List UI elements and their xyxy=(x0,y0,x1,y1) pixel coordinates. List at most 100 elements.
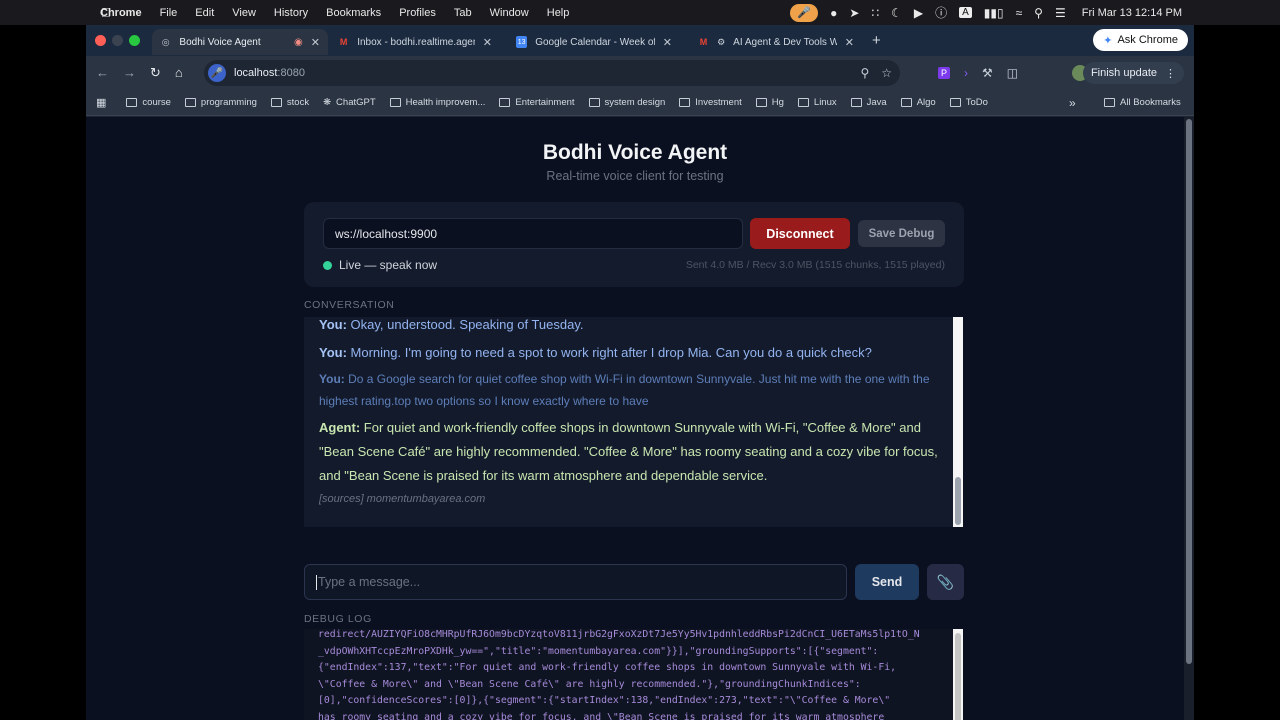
debug-log-scrollbar[interactable] xyxy=(953,629,963,720)
bookmark-star-icon[interactable]: ☆ xyxy=(881,66,892,80)
bookmark-folder[interactable]: Linux xyxy=(797,97,837,108)
telegram-icon[interactable]: ➤ xyxy=(849,6,859,20)
message-speaker: You: xyxy=(319,317,347,332)
microphone-icon[interactable]: 🎤 xyxy=(208,64,226,82)
conversation-log[interactable]: You: Okay, understood. Speaking of Tuesd… xyxy=(304,317,963,527)
close-tab-icon[interactable]: ✕ xyxy=(663,36,672,49)
close-tab-icon[interactable]: ✕ xyxy=(845,36,854,49)
new-tab-plus-icon[interactable]: + xyxy=(872,32,881,49)
bookmark-link[interactable]: ❋ ChatGPT xyxy=(323,97,376,108)
tab-bodhi-voice-agent[interactable]: ◎ Bodhi Voice Agent ◉ ✕ xyxy=(152,29,328,55)
folder-icon xyxy=(389,98,401,107)
url-host: localhost xyxy=(234,67,278,79)
save-debug-button[interactable]: Save Debug xyxy=(858,220,945,247)
kebab-menu-icon[interactable]: ⋮ xyxy=(1165,67,1176,80)
search-icon[interactable]: ⚲ xyxy=(1034,6,1043,20)
input-source-icon[interactable]: A xyxy=(959,7,972,18)
extension-chevron-icon[interactable]: › xyxy=(964,66,968,80)
finish-update-button[interactable]: Finish update ⋮ xyxy=(1082,62,1184,84)
message-input[interactable]: Type a message... xyxy=(304,564,847,600)
scrollbar-thumb[interactable] xyxy=(955,477,961,525)
conversation-message-partial: You: Do a Google search for quiet coffee… xyxy=(319,368,944,412)
zoom-window-button[interactable] xyxy=(129,35,140,46)
menu-window[interactable]: Window xyxy=(490,7,529,19)
bookmark-label: Entertainment xyxy=(515,97,575,108)
address-bar[interactable]: 🎤 localhost:8080 ⚲ ☆ xyxy=(204,60,900,86)
info-circle-icon[interactable]: ⓘ xyxy=(935,4,947,21)
play-circle-icon[interactable]: ▶ xyxy=(914,6,923,20)
menu-file[interactable]: File xyxy=(160,7,178,19)
ask-chrome-button[interactable]: ✦ Ask Chrome xyxy=(1093,29,1188,51)
folder-icon xyxy=(755,98,767,107)
bookmark-label: ChatGPT xyxy=(336,97,376,108)
menu-bookmarks[interactable]: Bookmarks xyxy=(326,7,381,19)
tab-ai-agent-dev-tools[interactable]: M ⚙ AI Agent & Dev Tools Wee ✕ xyxy=(690,29,862,55)
page-scrollbar[interactable] xyxy=(1184,117,1194,720)
chatgpt-icon: ❋ xyxy=(323,97,332,108)
conversation-heading: CONVERSATION xyxy=(304,299,395,311)
grid-dots-icon[interactable]: ∷ xyxy=(871,6,879,20)
close-window-button[interactable] xyxy=(95,35,106,46)
bookmark-folder[interactable]: Algo xyxy=(900,97,936,108)
close-tab-icon[interactable]: ✕ xyxy=(311,36,320,49)
attach-button[interactable]: 📎 xyxy=(927,564,964,600)
apps-grid-icon[interactable]: ▦ xyxy=(96,96,106,109)
zoom-icon[interactable]: ⚲ xyxy=(860,66,869,80)
bookmark-folder[interactable]: Java xyxy=(850,97,887,108)
gmail-icon: M xyxy=(339,37,348,47)
conversation-scrollbar[interactable] xyxy=(953,317,963,527)
record-icon[interactable]: ● xyxy=(830,6,837,20)
menu-history[interactable]: History xyxy=(274,7,308,19)
minimize-window-button[interactable] xyxy=(112,35,123,46)
bookmark-folder[interactable]: Hg xyxy=(755,97,784,108)
reading-mode-icon[interactable]: ◫ xyxy=(1007,66,1018,80)
address-url[interactable]: localhost:8080 xyxy=(234,67,305,79)
wifi-icon[interactable]: ≈ xyxy=(1016,6,1023,20)
scrollbar-thumb[interactable] xyxy=(955,633,961,720)
bookmarks-bar: ▦ course programming stock ❋ ChatGPT Heal… xyxy=(86,90,1194,116)
battery-icon[interactable]: ▮▮▯ xyxy=(984,6,1004,20)
menu-tab[interactable]: Tab xyxy=(454,7,472,19)
conversation-message: Agent: For quiet and work-friendly coffe… xyxy=(319,416,944,488)
connection-panel: ws://localhost:9900 Disconnect Save Debu… xyxy=(304,202,964,287)
bookmark-folder[interactable]: ToDo xyxy=(949,97,988,108)
bookmark-folder[interactable]: Entertainment xyxy=(499,97,575,108)
menubar-clock[interactable]: Fri Mar 13 12:14 PM xyxy=(1082,7,1182,19)
back-arrow-icon[interactable]: ← xyxy=(96,65,109,81)
tab-google-calendar[interactable]: 13 Google Calendar - Week of M ✕ xyxy=(508,29,680,55)
websocket-url-input[interactable]: ws://localhost:9900 xyxy=(323,218,743,249)
scrollbar-thumb[interactable] xyxy=(1186,119,1192,664)
extensions-puzzle-icon[interactable]: ⚒ xyxy=(982,66,993,80)
chevron-double-right-icon[interactable]: » xyxy=(1069,96,1076,110)
disconnect-button[interactable]: Disconnect xyxy=(750,218,850,249)
message-speaker: You: xyxy=(319,345,347,360)
home-icon[interactable]: ⌂ xyxy=(175,65,183,81)
all-bookmarks-folder[interactable]: All Bookmarks xyxy=(1104,97,1181,108)
bookmark-label: Algo xyxy=(916,97,936,108)
bookmark-folder[interactable]: stock xyxy=(270,97,309,108)
apple-icon[interactable]:  xyxy=(101,5,111,20)
bookmark-folder[interactable]: programming xyxy=(184,97,257,108)
bookmark-folder[interactable]: Health improvem... xyxy=(389,97,485,108)
control-center-icon[interactable]: ☰ xyxy=(1055,6,1066,20)
extension-p-icon[interactable]: P xyxy=(938,67,951,79)
debug-log[interactable]: redirect/AUZIYQFiO8cMHRpUfRJ6Om9bcDYzqto… xyxy=(304,629,963,720)
folder-icon xyxy=(588,98,600,107)
bookmark-folder[interactable]: Investment xyxy=(679,97,742,108)
moon-icon[interactable]: ☾ xyxy=(891,6,902,20)
bookmark-label: programming xyxy=(200,97,257,108)
bookmark-folder[interactable]: system design xyxy=(588,97,665,108)
reload-icon[interactable]: ↻ xyxy=(150,65,161,81)
menu-edit[interactable]: Edit xyxy=(195,7,214,19)
forward-arrow-icon[interactable]: → xyxy=(123,65,136,81)
menu-profiles[interactable]: Profiles xyxy=(399,7,436,19)
send-button[interactable]: Send xyxy=(855,564,919,600)
bookmark-folder[interactable]: course xyxy=(126,97,171,108)
menu-help[interactable]: Help xyxy=(547,7,570,19)
menu-view[interactable]: View xyxy=(232,7,256,19)
mic-active-icon[interactable]: 🎤 xyxy=(790,3,819,22)
message-text: Okay, understood. Speaking of Tuesday. xyxy=(346,317,584,332)
bookmark-label: ToDo xyxy=(965,97,988,108)
tab-inbox[interactable]: M Inbox - bodhi.realtime.agent@ ✕ xyxy=(330,29,500,55)
close-tab-icon[interactable]: ✕ xyxy=(483,36,492,49)
